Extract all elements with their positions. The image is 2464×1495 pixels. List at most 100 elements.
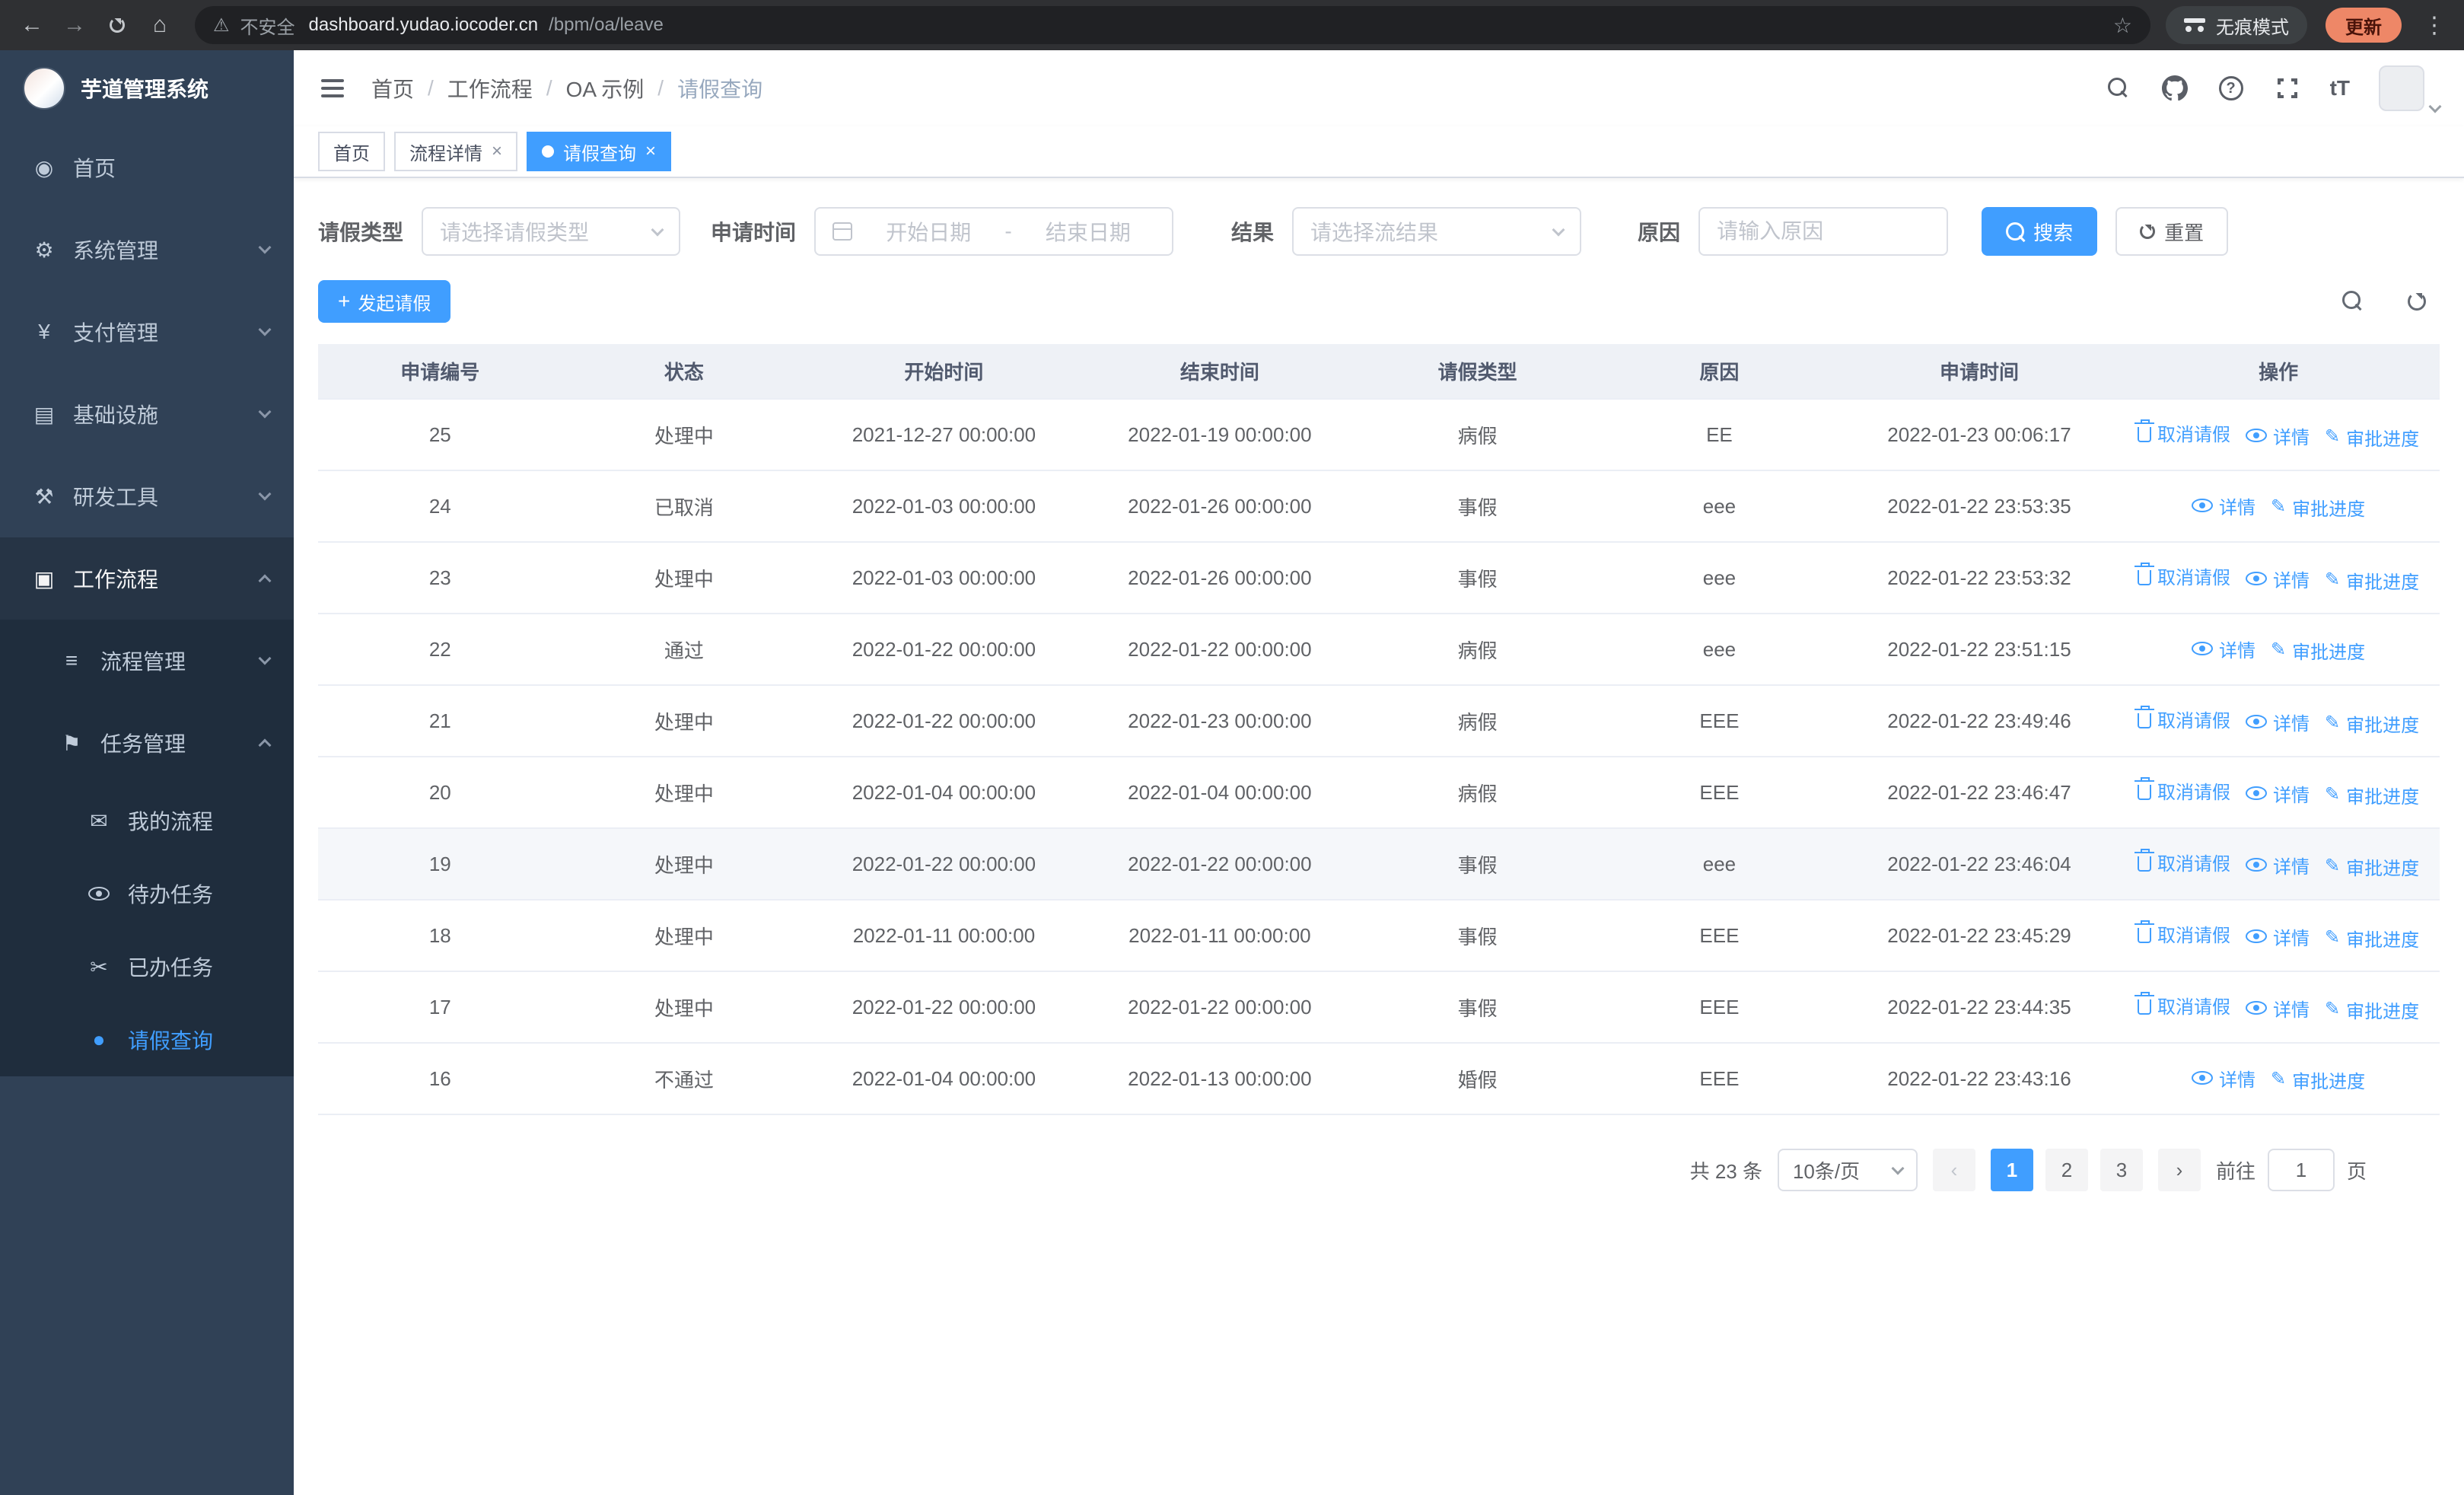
progress-link[interactable]: ✎ 审批进度 xyxy=(2271,494,2365,521)
chevron-up-icon xyxy=(258,738,272,752)
detail-link[interactable]: 详情 xyxy=(2192,1065,2255,1092)
sidebar-item-my-process[interactable]: ✉ 我的流程 xyxy=(0,784,294,857)
hamburger-icon[interactable] xyxy=(318,73,347,104)
detail-link[interactable]: 详情 xyxy=(2246,852,2310,878)
reload-icon[interactable] xyxy=(97,5,137,45)
create-leave-button[interactable]: + 发起请假 xyxy=(318,280,451,323)
close-icon[interactable]: × xyxy=(492,142,502,161)
progress-link[interactable]: ✎ 审批进度 xyxy=(2325,782,2419,808)
reset-button[interactable]: 重置 xyxy=(2115,207,2229,256)
operations-cell: 详情 ✎ 审批进度 xyxy=(2117,614,2440,686)
back-icon[interactable]: ← xyxy=(12,5,52,45)
cancel-link[interactable]: 取消请假 xyxy=(2135,706,2230,732)
table-row: 18 处理中 2022-01-11 00:00:00 2022-01-11 00:00… xyxy=(318,900,2440,972)
next-page-button[interactable]: › xyxy=(2157,1149,2201,1191)
breadcrumb-home[interactable]: 首页 xyxy=(371,73,414,104)
fullscreen-icon[interactable] xyxy=(2274,75,2301,102)
cancel-link[interactable]: 取消请假 xyxy=(2135,920,2230,947)
progress-link[interactable]: ✎ 审批进度 xyxy=(2325,996,2419,1023)
help-icon[interactable]: ? xyxy=(2217,75,2245,102)
tab-home[interactable]: 首页 xyxy=(318,132,385,171)
search-button[interactable]: 搜索 xyxy=(1982,207,2098,256)
detail-link[interactable]: 详情 xyxy=(2246,923,2310,950)
dashboard-icon: ◉ xyxy=(34,155,54,180)
sidebar-item-task-management[interactable]: ⚑ 任务管理 xyxy=(0,702,294,784)
reason-cell: EEE xyxy=(1597,971,1842,1044)
browser-update-button[interactable]: 更新 xyxy=(2326,8,2402,43)
search-icon[interactable] xyxy=(2105,75,2132,102)
progress-link[interactable]: ✎ 审批进度 xyxy=(2325,424,2419,451)
page-button-2[interactable]: 2 xyxy=(2045,1149,2088,1191)
reason-input[interactable] xyxy=(1717,219,1931,244)
pen-icon: ✎ xyxy=(2271,1069,2287,1089)
browser-menu-icon[interactable]: ⋮ xyxy=(2417,12,2452,39)
sidebar-item-done-tasks[interactable]: ✂ 已办任务 xyxy=(0,930,294,1003)
cancel-link[interactable]: 取消请假 xyxy=(2135,777,2230,804)
sidebar: 芋道管理系统 ◉ 首页 ⚙ 系统管理 ¥ 支付管理 ▤ 基础设施 ⚒ 研发工具 … xyxy=(0,50,294,1495)
progress-link[interactable]: ✎ 审批进度 xyxy=(2325,925,2419,952)
url-host: dashboard.yudao.iocoder.cn xyxy=(308,14,539,35)
end-time-cell: 2022-01-22 00:00:00 xyxy=(1081,971,1358,1044)
leave-type-cell: 事假 xyxy=(1358,828,1598,901)
incognito-spy-icon xyxy=(2184,17,2205,33)
user-menu[interactable] xyxy=(2379,65,2442,113)
sidebar-item-home[interactable]: ◉ 首页 xyxy=(0,126,294,209)
result-select[interactable]: 请选择流结果 xyxy=(1292,207,1582,256)
progress-link[interactable]: ✎ 审批进度 xyxy=(2271,637,2365,664)
table-refresh-icon[interactable] xyxy=(2403,288,2431,315)
detail-link[interactable]: 详情 xyxy=(2192,636,2255,662)
leave-type-select[interactable]: 请选择请假类型 xyxy=(422,207,681,256)
sidebar-item-process-management[interactable]: ≡ 流程管理 xyxy=(0,620,294,702)
apply-time-range-picker[interactable]: 开始日期 - 结束日期 xyxy=(814,207,1174,256)
page-button-1[interactable]: 1 xyxy=(1990,1149,2033,1191)
sidebar-item-system[interactable]: ⚙ 系统管理 xyxy=(0,209,294,291)
page-size-select[interactable]: 10条/页 xyxy=(1777,1149,1918,1191)
detail-link[interactable]: 详情 xyxy=(2246,709,2310,735)
total-count: 共 23 条 xyxy=(1689,1159,1762,1183)
forward-icon[interactable]: → xyxy=(55,5,94,45)
breadcrumb-oa-example[interactable]: OA 示例 xyxy=(566,73,645,104)
tab-leave-query[interactable]: 请假查询 × xyxy=(527,132,672,171)
detail-link[interactable]: 详情 xyxy=(2192,492,2255,519)
cancel-link[interactable]: 取消请假 xyxy=(2135,419,2230,446)
font-size-icon[interactable]: tT xyxy=(2330,76,2350,100)
home-icon[interactable]: ⌂ xyxy=(140,5,180,45)
chevron-down-icon xyxy=(651,223,664,237)
progress-link[interactable]: ✎ 审批进度 xyxy=(2325,567,2419,594)
bookmark-star-icon[interactable]: ☆ xyxy=(2113,13,2132,38)
tab-process-detail[interactable]: 流程详情 × xyxy=(394,132,518,171)
goto-page-input[interactable] xyxy=(2267,1149,2335,1191)
detail-link[interactable]: 详情 xyxy=(2246,780,2310,807)
end-time-cell: 2022-01-23 00:00:00 xyxy=(1081,685,1358,757)
page-button-3[interactable]: 3 xyxy=(2099,1149,2143,1191)
progress-link[interactable]: ✎ 审批进度 xyxy=(2271,1066,2365,1093)
operations-cell: 取消请假 详情 ✎ 审批进度 xyxy=(2117,828,2440,901)
close-icon[interactable]: × xyxy=(645,142,656,161)
chevron-down-icon xyxy=(258,652,272,665)
sidebar-item-infrastructure[interactable]: ▤ 基础设施 xyxy=(0,373,294,455)
progress-link[interactable]: ✎ 审批进度 xyxy=(2325,853,2419,880)
breadcrumb-workflow[interactable]: 工作流程 xyxy=(447,73,533,104)
cancel-link[interactable]: 取消请假 xyxy=(2135,849,2230,875)
leave-type-label: 请假类型 xyxy=(318,221,404,244)
cancel-link[interactable]: 取消请假 xyxy=(2135,563,2230,589)
github-icon[interactable] xyxy=(2161,75,2189,102)
detail-link[interactable]: 详情 xyxy=(2246,995,2310,1022)
status-cell: 处理中 xyxy=(562,971,807,1044)
sidebar-item-payment[interactable]: ¥ 支付管理 xyxy=(0,291,294,373)
prev-page-button[interactable]: ‹ xyxy=(1932,1149,1975,1191)
detail-link[interactable]: 详情 xyxy=(2246,566,2310,592)
detail-link[interactable]: 详情 xyxy=(2246,422,2310,449)
sidebar-item-devtools[interactable]: ⚒ 研发工具 xyxy=(0,455,294,537)
address-bar[interactable]: ⚠ 不安全 dashboard.yudao.iocoder.cn/bpm/oa/… xyxy=(195,6,2150,44)
cancel-link[interactable]: 取消请假 xyxy=(2135,992,2230,1018)
sidebar-item-leave-query[interactable]: ● 请假查询 xyxy=(0,1003,294,1076)
security-label: 不安全 xyxy=(240,17,295,38)
progress-link[interactable]: ✎ 审批进度 xyxy=(2325,710,2419,737)
sidebar-item-workflow[interactable]: ▣ 工作流程 xyxy=(0,537,294,620)
process-list-icon: ≡ xyxy=(65,649,78,672)
sidebar-item-todo-tasks[interactable]: 待办任务 xyxy=(0,857,294,930)
table-search-icon[interactable] xyxy=(2339,288,2367,315)
logo-avatar xyxy=(23,67,65,110)
apply-time-cell: 2022-01-22 23:43:16 xyxy=(1841,1043,2118,1115)
